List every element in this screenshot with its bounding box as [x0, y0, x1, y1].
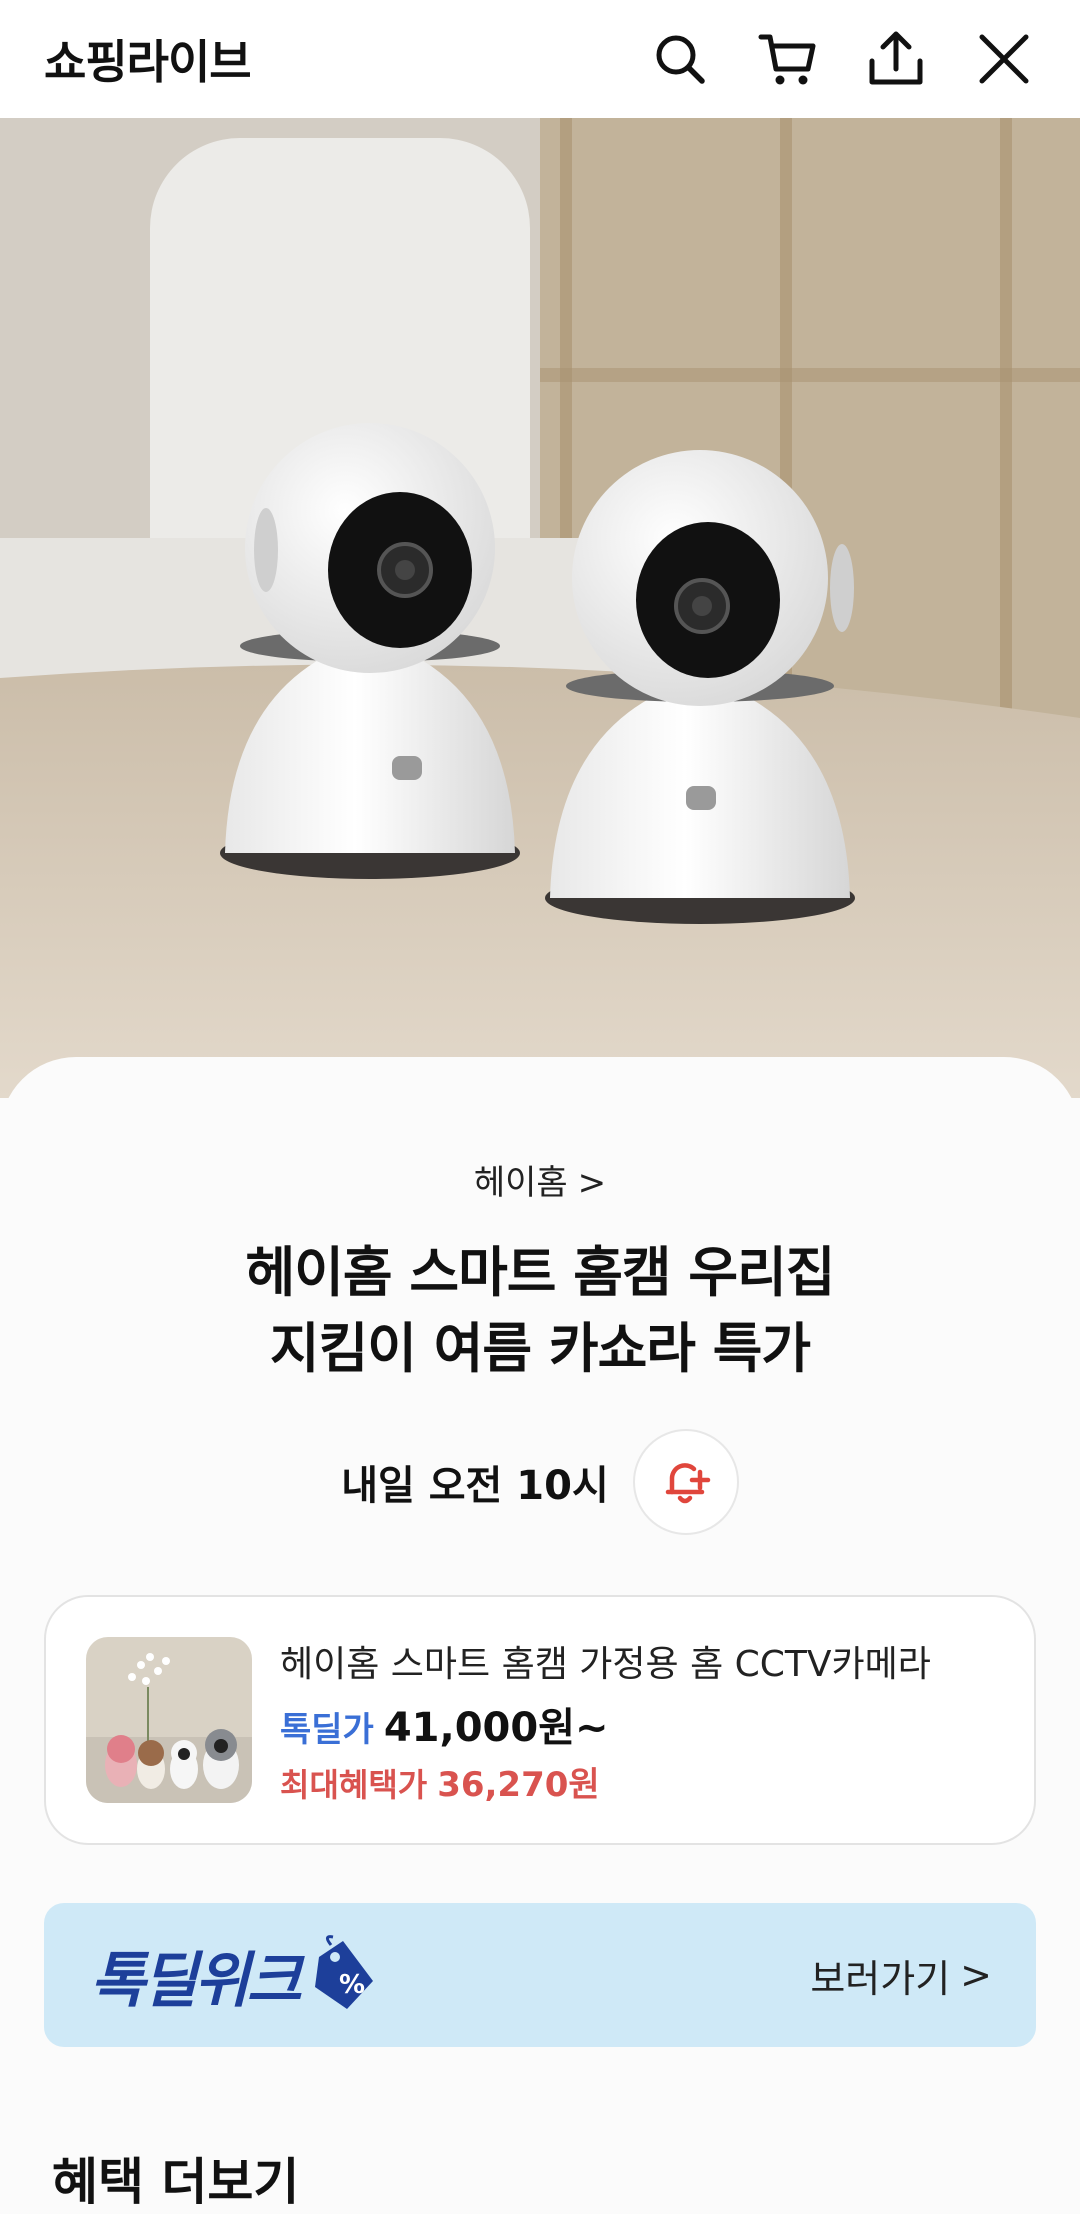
cart-icon[interactable] [756, 27, 820, 91]
product-card[interactable]: 헤이홈 스마트 홈캠 가정용 홈 CCTV카메라 톡딜가 41,000원~ 최대… [44, 1595, 1036, 1845]
share-icon[interactable] [864, 27, 928, 91]
close-icon[interactable] [972, 27, 1036, 91]
next-section-title: 혜택 더보기 [52, 2153, 300, 2211]
price-label: 톡딜가 [280, 1709, 374, 1750]
product-name: 헤이홈 스마트 홈캠 가정용 홈 CCTV카메라 [280, 1643, 931, 1685]
product-thumbnail [86, 1637, 252, 1803]
talkdeal-week-banner[interactable]: 톡딜위크 % 보러가기 > [44, 1903, 1036, 2047]
alarm-button[interactable] [632, 1429, 739, 1535]
benefit-row: 최대혜택가 36,270원 [280, 1757, 931, 1806]
schedule-time: 내일 오전 10시 [341, 1463, 609, 1509]
bell-plus-icon [665, 1463, 710, 1504]
schedule-row: 내일 오전 10시 [0, 1429, 1080, 1535]
banner-link-label: 보러가기 [810, 1956, 951, 2001]
brand-name: 헤이홈 [473, 1163, 568, 1203]
search-icon[interactable] [648, 27, 712, 91]
live-thumbnail-image [0, 118, 1080, 1098]
live-title: 헤이홈 스마트 홈캠 우리집 지킴이 여름 카쇼라 특가 [60, 1235, 1020, 1387]
chevron-right-icon: > [577, 1163, 607, 1203]
live-info-sheet: 헤이홈 > 헤이홈 스마트 홈캠 우리집 지킴이 여름 카쇼라 특가 내일 오전 … [0, 1057, 1080, 2211]
live-title-line1: 헤이홈 스마트 홈캠 우리집 [245, 1241, 836, 1304]
brand-link[interactable]: 헤이홈 > [0, 1155, 1080, 1204]
price-row: 톡딜가 41,000원~ [280, 1695, 931, 1753]
price-value: 41,000원~ [383, 1704, 609, 1751]
banner-see-more[interactable]: 보러가기 > [810, 1948, 992, 2003]
discount-tag-icon: % [314, 1935, 373, 2009]
chevron-right-icon: > [960, 1953, 992, 1997]
svg-text:%: % [339, 1970, 365, 2000]
top-bar: 쇼핑라이브 [0, 0, 1080, 118]
header-actions [648, 27, 1036, 91]
live-title-line2: 지킴이 여름 카쇼라 특가 [269, 1317, 811, 1380]
product-info: 헤이홈 스마트 홈캠 가정용 홈 CCTV카메라 톡딜가 41,000원~ 최대… [280, 1635, 931, 1806]
banner-logo-text: 톡딜위크 [90, 1945, 302, 2016]
benefit-label: 최대혜택가 [280, 1765, 428, 1804]
benefit-value: 36,270원 [437, 1764, 600, 1805]
banner-logo: 톡딜위크 % [90, 1932, 379, 2019]
page-title: 쇼핑라이브 [44, 35, 252, 89]
